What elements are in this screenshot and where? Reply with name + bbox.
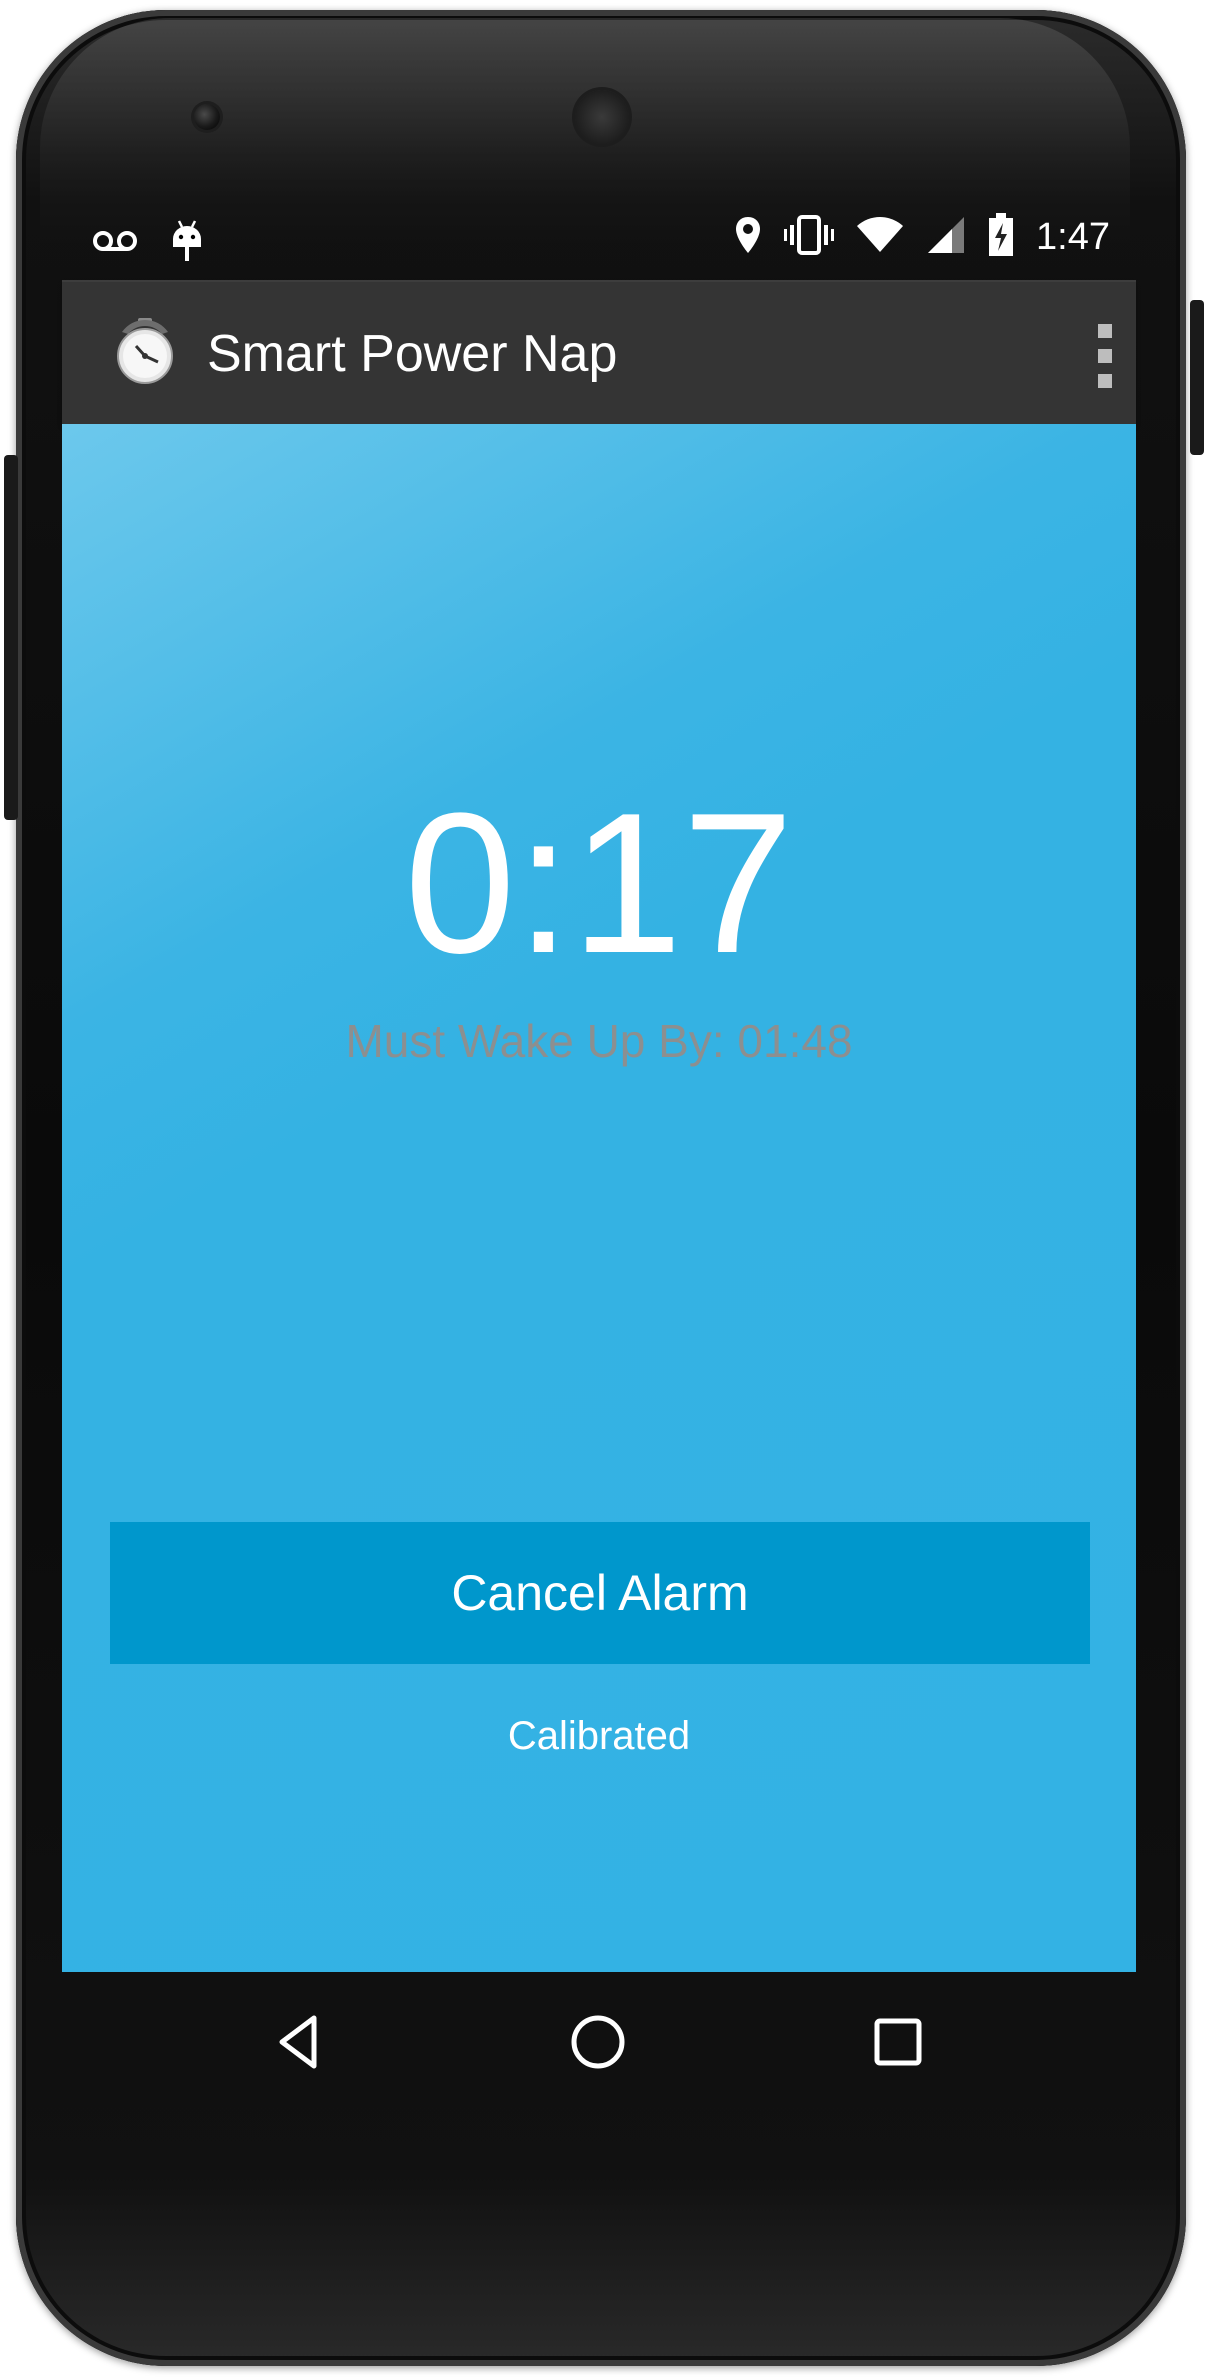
device-frame: 1:47 Smart Power Nap 0:17 Must Wake Up B…	[0, 0, 1208, 2378]
action-bar: Smart Power Nap	[62, 280, 1136, 424]
status-bar: 1:47	[62, 205, 1136, 275]
back-icon[interactable]	[250, 1992, 350, 2092]
recents-icon[interactable]	[848, 1992, 948, 2092]
location-icon	[734, 215, 762, 260]
status-notifications	[92, 219, 204, 268]
countdown-timer: 0:17	[404, 772, 794, 995]
calibration-status: Calibrated	[507, 1714, 691, 1758]
volume-button	[4, 455, 18, 820]
overflow-menu-icon[interactable]	[1094, 324, 1116, 388]
stopwatch-icon[interactable]	[114, 318, 176, 384]
status-system-icons: 1:47	[734, 213, 1110, 262]
app-title: Smart Power Nap	[207, 325, 618, 383]
battery-charging-icon	[988, 213, 1014, 262]
earpiece-speaker	[575, 90, 629, 144]
cancel-alarm-button[interactable]: Cancel Alarm	[110, 1522, 1090, 1664]
front-camera	[194, 104, 220, 130]
nap-timer-screen: 0:17 Must Wake Up By: 01:48 Cancel Alarm…	[62, 424, 1136, 1972]
status-clock: 1:47	[1036, 216, 1110, 258]
home-icon[interactable]	[548, 1992, 648, 2092]
android-debug-icon	[170, 219, 204, 268]
vibrate-icon	[784, 215, 835, 260]
navigation-bar	[62, 1972, 1136, 2112]
power-button	[1190, 300, 1204, 455]
signal-icon	[926, 215, 966, 260]
wake-up-deadline: Must Wake Up By: 01:48	[345, 1015, 853, 1067]
wifi-icon	[856, 216, 904, 259]
voicemail-icon	[92, 229, 138, 258]
